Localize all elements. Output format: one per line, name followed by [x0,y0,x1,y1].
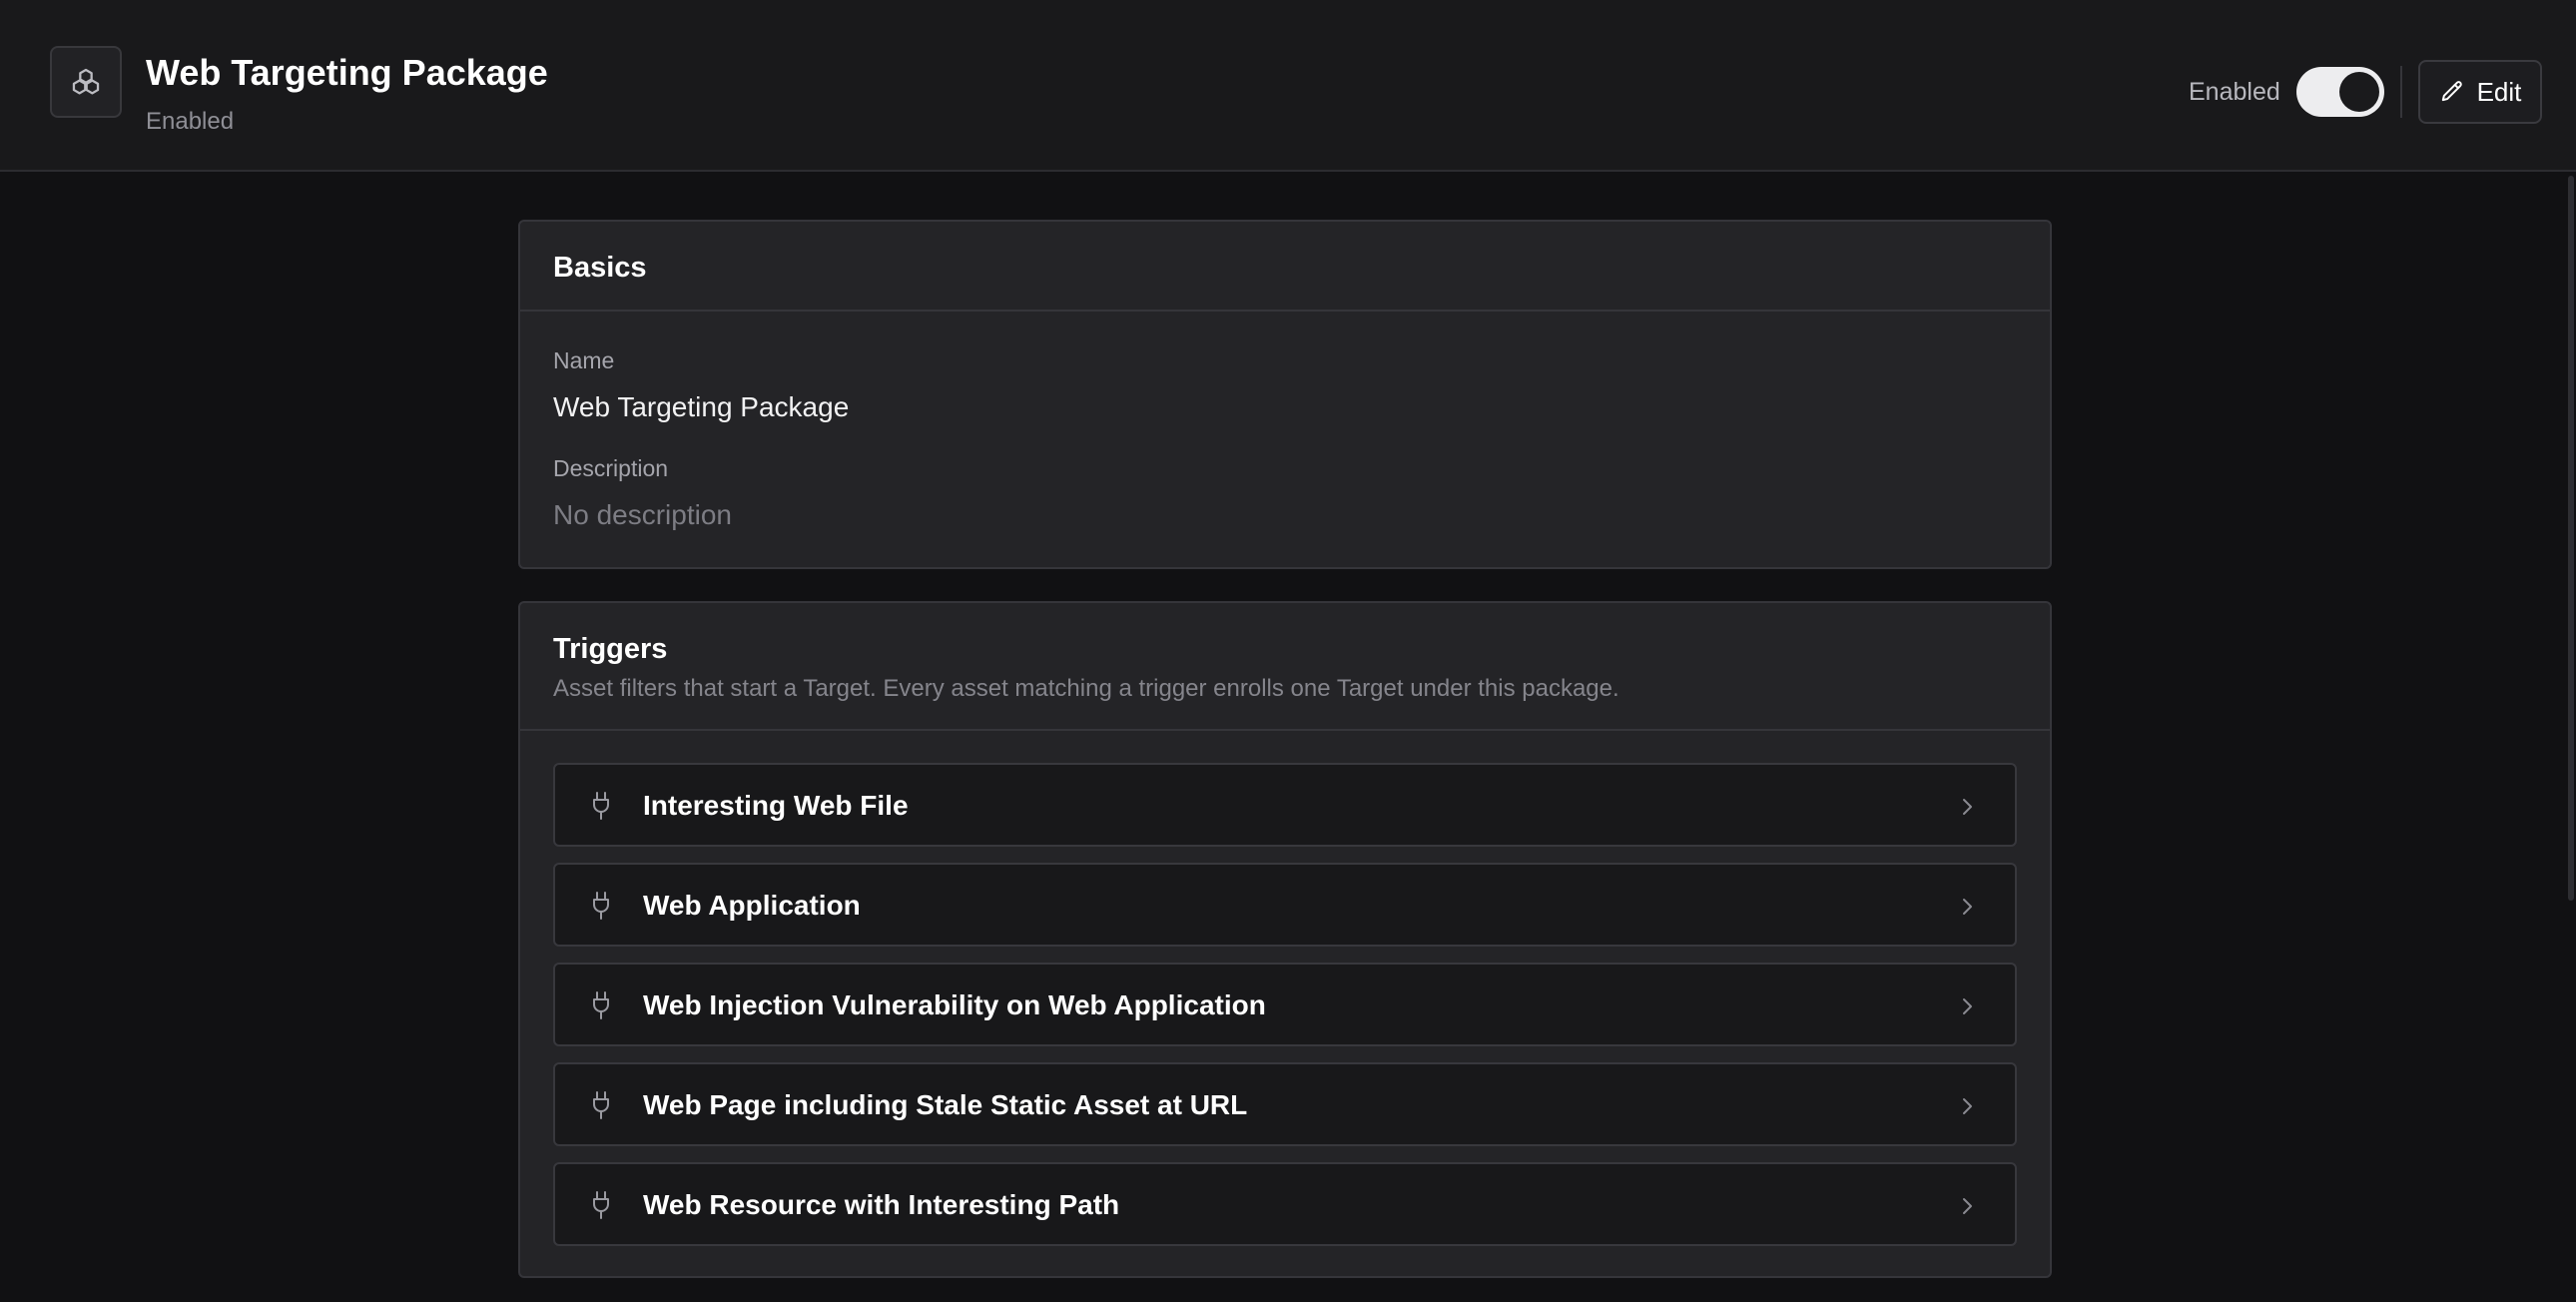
trigger-item-web-resource-interesting-path[interactable]: Web Resource with Interesting Path [553,1162,2017,1246]
basics-card: Basics Name Web Targeting Package Descri… [518,220,2052,569]
triggers-card: Triggers Asset filters that start a Targ… [518,601,2052,1278]
page-title: Web Targeting Package [146,52,548,93]
plug-icon [593,1091,609,1119]
description-value: No description [553,499,732,530]
edit-button[interactable]: Edit [2418,60,2542,124]
chevron-right-icon [1963,899,1972,915]
plug-icon [593,792,609,820]
plug-icon [593,1191,609,1219]
trigger-label: Web Application [643,890,861,921]
trigger-item-interesting-web-file[interactable]: Interesting Web File [553,763,2017,847]
edit-button-label: Edit [2476,76,2522,107]
trigger-label: Web Resource with Interesting Path [643,1189,1120,1220]
enabled-toggle-label: Enabled [2189,78,2280,106]
header-divider [2400,66,2402,118]
plug-icon [593,991,609,1019]
name-label: Name [553,347,615,373]
trigger-item-web-page-stale-static-asset[interactable]: Web Page including Stale Static Asset at… [553,1062,2017,1146]
chevron-right-icon [1963,1098,1972,1114]
chevron-right-icon [1963,1198,1972,1214]
package-icon [50,46,122,118]
trigger-item-web-injection-vulnerability[interactable]: Web Injection Vulnerability on Web Appli… [553,963,2017,1046]
page-scrollbar[interactable] [2568,176,2574,901]
triggers-card-header: Triggers Asset filters that start a Targ… [520,603,2050,731]
triggers-title: Triggers [553,633,668,665]
chevron-right-icon [1963,998,1972,1014]
description-label: Description [553,455,669,481]
enabled-toggle[interactable] [2296,67,2384,117]
name-value: Web Targeting Package [553,391,850,422]
trigger-label: Web Injection Vulnerability on Web Appli… [643,989,1266,1020]
triggers-description: Asset filters that start a Target. Every… [553,675,1619,702]
plug-icon [593,892,609,920]
toggle-knob [2339,72,2379,112]
page-status: Enabled [146,108,235,135]
basics-card-header: Basics [520,222,2050,312]
chevron-right-icon [1963,799,1972,815]
trigger-label: Interesting Web File [643,790,909,821]
trigger-item-web-application[interactable]: Web Application [553,863,2017,947]
page-header: Web Targeting Package Enabled Enabled Ed… [0,0,2576,172]
trigger-label: Web Page including Stale Static Asset at… [643,1089,1248,1120]
pencil-icon [2441,81,2462,102]
basics-title: Basics [553,252,647,284]
